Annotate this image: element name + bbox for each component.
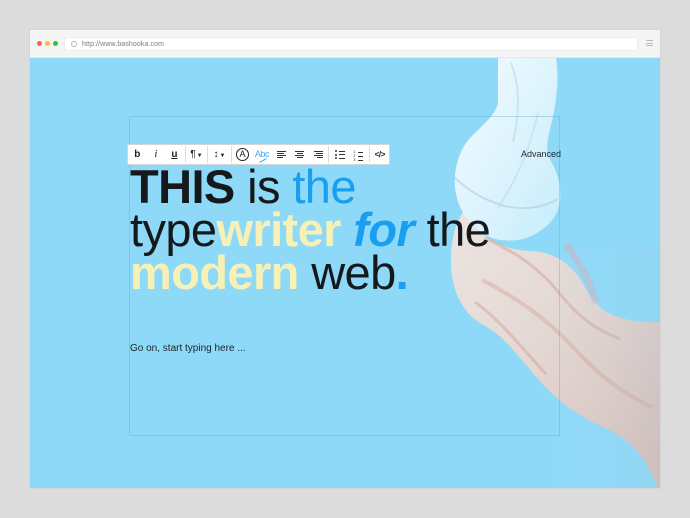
code-view-button[interactable]: </>: [371, 145, 390, 164]
headline-line-1: THIS is the: [130, 163, 550, 210]
chevron-down-icon: ▼: [219, 152, 226, 159]
close-window-icon[interactable]: [37, 41, 42, 46]
advanced-link[interactable]: Advanced: [521, 150, 561, 159]
headline-line-2: typewriter for the: [130, 206, 550, 253]
numbered-list-icon: 1 2 3: [353, 150, 364, 162]
browser-window: http://www.bashooka.com b i u ¶ ▼ ↕ ▼ A …: [30, 30, 660, 488]
paragraph-icon: ¶: [190, 148, 196, 160]
align-right-icon: [313, 150, 323, 159]
headline-the: the: [414, 203, 491, 256]
browser-menu-icon[interactable]: [646, 40, 653, 46]
chevron-down-icon: ▼: [196, 152, 203, 159]
browser-toolbar: http://www.bashooka.com: [30, 30, 660, 58]
toolbar-separator: [368, 146, 370, 163]
spellcheck-icon: Abc: [254, 149, 270, 159]
editor-page: b i u ¶ ▼ ↕ ▼ A Abc 1 2 3 </> Advanced T…: [30, 58, 660, 488]
address-bar[interactable]: http://www.bashooka.com: [64, 37, 638, 51]
minimize-window-icon[interactable]: [45, 41, 50, 46]
align-left-icon: [276, 150, 286, 159]
window-controls: [37, 41, 58, 46]
bulleted-list-icon: [334, 150, 345, 159]
align-center-icon: [295, 150, 305, 159]
editor-headline[interactable]: THIS is the typewriter for the modern we…: [130, 163, 550, 296]
headline-line-3: modern web.: [130, 249, 550, 296]
url-text: http://www.bashooka.com: [82, 40, 165, 48]
editor-placeholder[interactable]: Go on, start typing here ...: [130, 344, 246, 354]
headline-web: web: [298, 246, 396, 299]
headline-modern: modern: [130, 246, 299, 299]
page-icon: [71, 41, 77, 47]
line-spacing-icon: ↕: [213, 148, 219, 160]
headline-period: .: [395, 246, 409, 299]
maximize-window-icon[interactable]: [53, 41, 58, 46]
